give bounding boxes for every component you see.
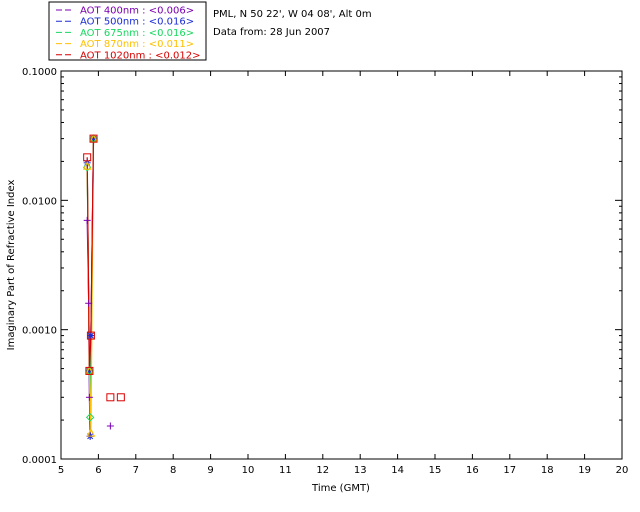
y-tick-label: 0.0100 (22, 196, 57, 207)
x-tick-label: 14 (391, 465, 404, 476)
x-tick-label: 20 (616, 465, 629, 476)
data-point-plus (83, 216, 91, 224)
data-point-plus (106, 422, 114, 430)
series-lines (86, 138, 95, 437)
x-tick-label: 10 (242, 465, 255, 476)
x-tick-label: 5 (58, 465, 64, 476)
x-tick-label: 15 (429, 465, 442, 476)
series-markers (82, 134, 125, 440)
x-tick-label: 7 (133, 465, 139, 476)
legend-entry: AOT 1020nm : <0.012> (80, 50, 200, 61)
x-tick-label: 17 (503, 465, 516, 476)
x-tick-label: 19 (578, 465, 591, 476)
legend-entry: AOT 400nm : <0.006> (80, 6, 194, 17)
axes: 5 6 7 8 9 10 11 12 13 14 15 16 17 18 19 20 0.0001 0.0010 0… (22, 67, 628, 476)
data-point-square (116, 393, 125, 402)
x-axis-label: Time (GMT) (311, 483, 370, 494)
date-label: Data from: 28 Jun 2007 (213, 27, 330, 38)
x-tick-label: 18 (541, 465, 554, 476)
x-tick-label: 13 (354, 465, 367, 476)
y-tick-label: 0.0001 (22, 455, 57, 466)
x-tick-label: 6 (95, 465, 101, 476)
legend-entry: AOT 500nm : <0.016> (80, 17, 194, 28)
x-tick-label: 12 (316, 465, 329, 476)
plot-frame (60, 70, 623, 460)
data-point-asterisk (87, 332, 95, 340)
chart: AOT 400nm : <0.006>AOT 500nm : <0.016>AO… (6, 1, 628, 494)
y-tick-label: 0.0010 (22, 326, 57, 337)
y-axis-label: Imaginary Part of Refractive Index (6, 180, 17, 351)
legend-entry: AOT 675nm : <0.016> (80, 28, 194, 39)
x-tick-label: 16 (466, 465, 479, 476)
station-label: PML, N 50 22', W 04 08', Alt 0m (213, 9, 372, 20)
data-point-plus (85, 393, 93, 401)
x-tick-label: 8 (170, 465, 176, 476)
x-tick-label: 11 (279, 465, 292, 476)
legend-entry: AOT 870nm : <0.011> (80, 39, 194, 50)
y-tick-label: 0.1000 (22, 67, 57, 78)
x-tick-label: 9 (207, 465, 213, 476)
data-point-square (106, 393, 115, 402)
